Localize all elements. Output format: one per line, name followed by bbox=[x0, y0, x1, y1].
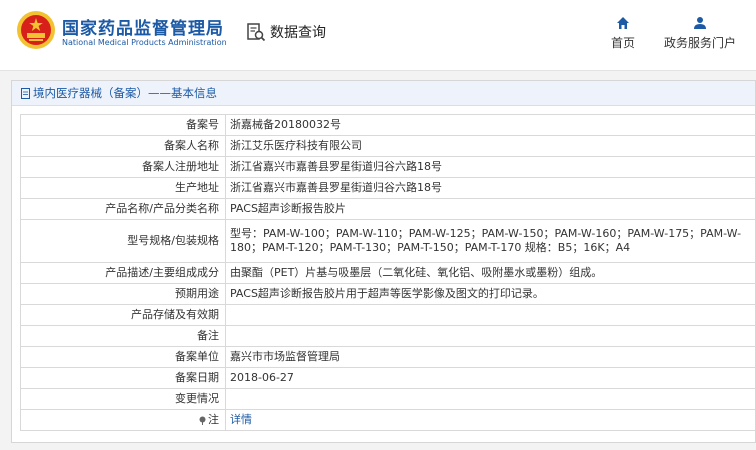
breadcrumb: 境内医疗器械（备案）——基本信息 bbox=[12, 81, 755, 106]
note-label: 注 bbox=[208, 413, 219, 426]
row-label: 产品描述/主要组成成分 bbox=[20, 262, 226, 284]
row-label: 备案号 bbox=[20, 114, 226, 136]
nav-service-label: 政务服务门户 bbox=[663, 36, 736, 50]
row-label: 备案单位 bbox=[20, 346, 226, 368]
table-row: 型号规格/包装规格 型号：PAM-W-100；PAM-W-110；PAM-W-12… bbox=[20, 219, 756, 263]
home-icon bbox=[617, 17, 629, 29]
row-label-note: 注 bbox=[20, 409, 226, 431]
row-value: 浙江艾乐医疗科技有限公司 bbox=[225, 135, 756, 157]
table-row: 备案日期 2018-06-27 bbox=[20, 367, 756, 389]
row-label: 产品名称/产品分类名称 bbox=[20, 198, 226, 220]
row-label: 备案人注册地址 bbox=[20, 156, 226, 178]
brand-title[interactable]: 国家药品监督管理局 bbox=[62, 14, 224, 39]
row-value: 由聚酯（PET）片基与吸墨层（二氧化硅、氧化铝、吸附墨水或墨粉）组成。 bbox=[225, 262, 756, 284]
document-icon bbox=[21, 87, 30, 99]
row-value: 浙江省嘉兴市嘉善县罗星街道归谷六路18号 bbox=[225, 156, 756, 178]
row-value bbox=[225, 304, 756, 326]
data-query-link[interactable]: 数据查询 bbox=[246, 22, 326, 42]
row-label: 产品存储及有效期 bbox=[20, 304, 226, 326]
row-value: 型号：PAM-W-100；PAM-W-110；PAM-W-125；PAM-W-1… bbox=[225, 219, 756, 263]
user-icon bbox=[694, 17, 706, 29]
row-label: 备案日期 bbox=[20, 367, 226, 389]
row-value bbox=[225, 325, 756, 347]
row-value: PACS超声诊断报告胶片 bbox=[225, 198, 756, 220]
detail-panel: 境内医疗器械（备案）——基本信息 备案号 浙嘉械备20180032号 备案人名称浙… bbox=[11, 80, 756, 443]
row-label: 变更情况 bbox=[20, 388, 226, 410]
row-value: PACS超声诊断报告胶片用于超声等医学影像及图文的打印记录。 bbox=[225, 283, 756, 305]
table-row: 变更情况 bbox=[20, 388, 756, 410]
nav-service-portal[interactable]: 政务服务门户 bbox=[660, 16, 740, 51]
table-row: 备案单位 嘉兴市市场监督管理局 bbox=[20, 346, 756, 368]
table-row: 产品存储及有效期 bbox=[20, 304, 756, 326]
national-emblem-icon bbox=[17, 11, 55, 49]
nav-home[interactable]: 首页 bbox=[608, 16, 638, 51]
table-row: 备案号 浙嘉械备20180032号 bbox=[20, 114, 756, 136]
row-label: 预期用途 bbox=[20, 283, 226, 305]
record-table: 备案号 浙嘉械备20180032号 备案人名称 浙江艾乐医疗科技有限公司 备案人注册… bbox=[20, 114, 756, 431]
row-label: 备案人名称 bbox=[20, 135, 226, 157]
table-row: 生产地址 浙江省嘉兴市嘉善县罗星街道归谷六路18号 bbox=[20, 177, 756, 199]
row-value: 浙江省嘉兴市嘉善县罗星街道归谷六路18号 bbox=[225, 177, 756, 199]
row-value bbox=[225, 388, 756, 410]
table-row: 产品描述/主要组成成分 由聚酯（PET）片基与吸墨层（二氧化硅、氧化铝、吸附墨水或… bbox=[20, 262, 756, 284]
data-query-label: 数据查询 bbox=[270, 25, 326, 41]
table-row: 备注 bbox=[20, 325, 756, 347]
row-label: 生产地址 bbox=[20, 177, 226, 199]
row-value: 嘉兴市市场监督管理局 bbox=[225, 346, 756, 368]
row-label: 型号规格/包装规格 bbox=[20, 219, 226, 263]
row-value: 2018-06-27 bbox=[225, 367, 756, 389]
pin-icon bbox=[199, 416, 206, 425]
details-link[interactable]: 详情 bbox=[230, 413, 252, 426]
table-row: 产品名称/产品分类名称 PACS超声诊断报告胶片 bbox=[20, 198, 756, 220]
row-value: 浙嘉械备20180032号 bbox=[225, 114, 756, 136]
table-row: 预期用途 PACS超声诊断报告胶片用于超声等医学影像及图文的打印记录。 bbox=[20, 283, 756, 305]
table-row: 备案人名称 浙江艾乐医疗科技有限公司 bbox=[20, 135, 756, 157]
document-search-icon bbox=[247, 23, 266, 42]
brand-subtitle: National Medical Products Administration bbox=[62, 38, 227, 47]
nav-home-label: 首页 bbox=[610, 36, 635, 50]
row-value: 详情 bbox=[225, 409, 756, 431]
table-row: 注 详情 bbox=[20, 409, 756, 431]
row-label: 备注 bbox=[20, 325, 226, 347]
breadcrumb-text: 境内医疗器械（备案）——基本信息 bbox=[33, 86, 217, 100]
site-header: 国家药品监督管理局 National Medical Products Admi… bbox=[0, 0, 756, 71]
table-row: 备案人注册地址 浙江省嘉兴市嘉善县罗星街道归谷六路18号 bbox=[20, 156, 756, 178]
